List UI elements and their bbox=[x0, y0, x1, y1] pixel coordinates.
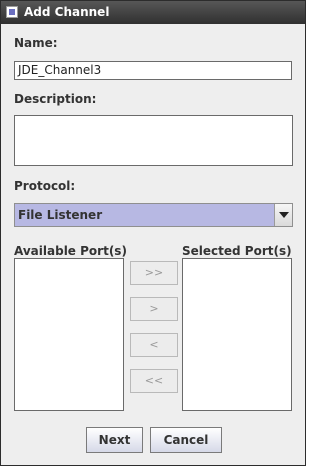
remove-all-ports-button[interactable]: << bbox=[130, 369, 178, 393]
selected-ports-label: Selected Port(s) bbox=[182, 244, 292, 258]
protocol-selected-value: File Listener bbox=[18, 208, 103, 222]
selected-ports-list[interactable] bbox=[182, 258, 292, 411]
available-ports-list[interactable] bbox=[14, 258, 124, 411]
window-title: Add Channel bbox=[24, 5, 110, 19]
chevron-down-icon[interactable] bbox=[274, 204, 292, 226]
title-bar[interactable]: Add Channel bbox=[1, 1, 305, 24]
protocol-select[interactable]: File Listener bbox=[14, 203, 293, 227]
app-icon bbox=[6, 6, 18, 18]
name-field[interactable]: JDE_Channel3 bbox=[14, 61, 292, 80]
name-label: Name: bbox=[14, 36, 58, 50]
add-all-ports-button[interactable]: >> bbox=[130, 261, 178, 285]
next-button[interactable]: Next bbox=[86, 427, 143, 453]
add-port-button[interactable]: > bbox=[130, 297, 178, 321]
add-channel-dialog: Add Channel Name: JDE_Channel3 Descripti… bbox=[0, 0, 306, 466]
cancel-button[interactable]: Cancel bbox=[150, 427, 222, 453]
available-ports-label: Available Port(s) bbox=[14, 244, 127, 258]
description-label: Description: bbox=[14, 92, 97, 106]
remove-port-button[interactable]: < bbox=[130, 333, 178, 357]
protocol-label: Protocol: bbox=[14, 179, 76, 193]
description-field[interactable] bbox=[14, 115, 293, 166]
